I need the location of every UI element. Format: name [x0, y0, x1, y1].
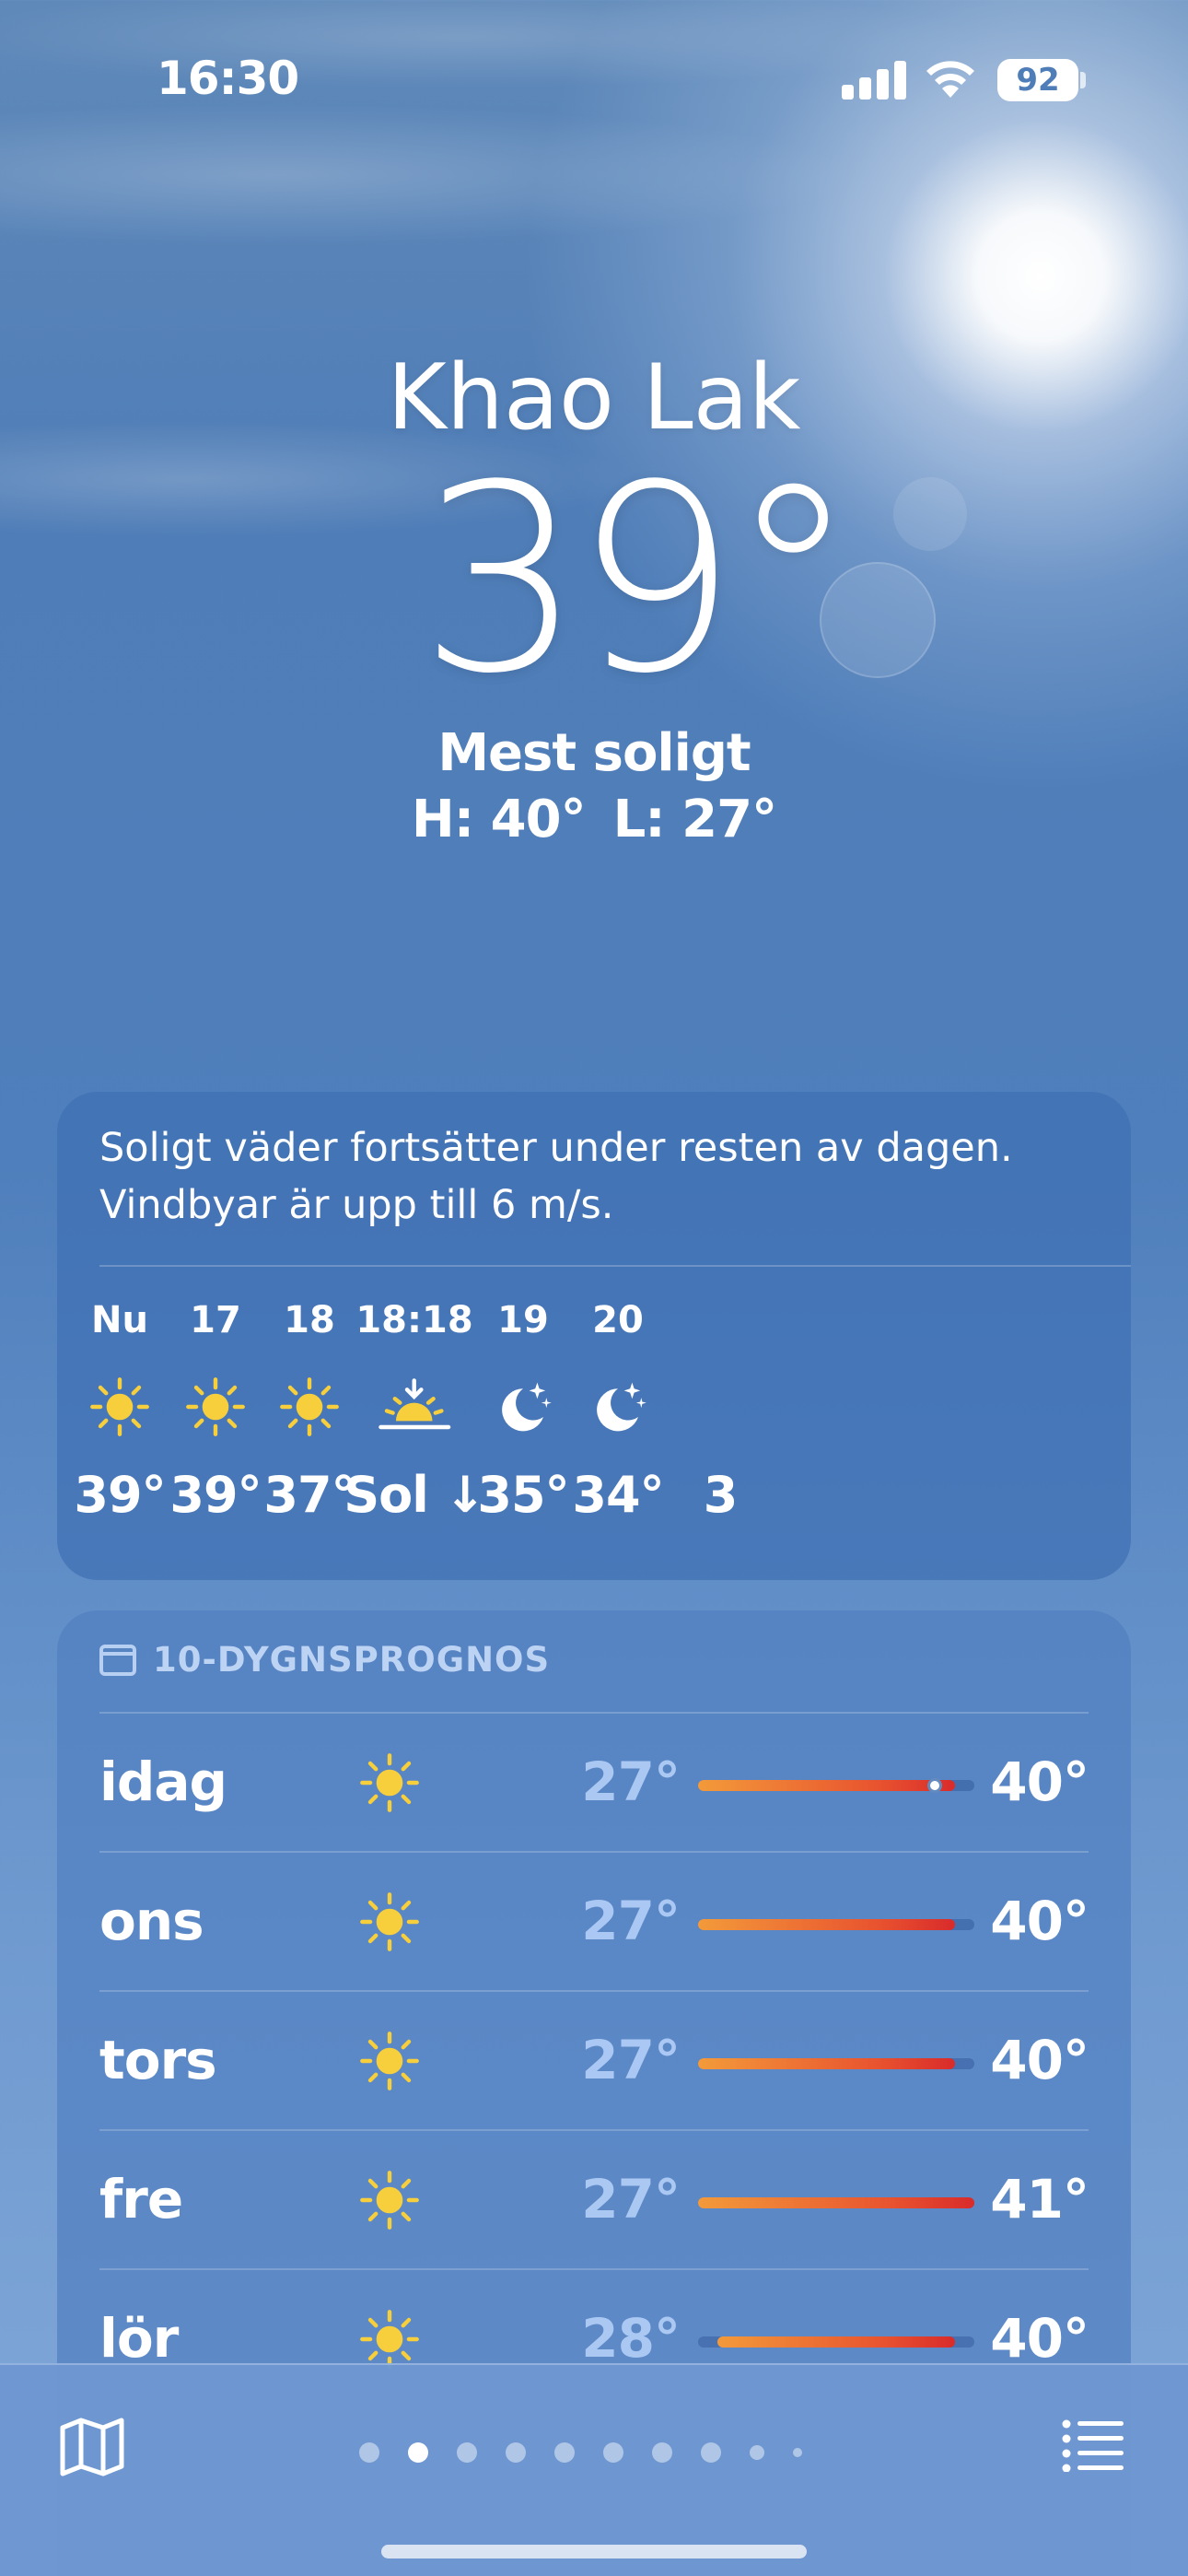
day-label: idag [99, 1751, 227, 1813]
calendar-icon [99, 1644, 136, 1676]
day-label: tors [99, 2029, 217, 2091]
low-temperature: 27° [581, 1890, 681, 1952]
page-dot[interactable] [408, 2442, 428, 2463]
hourly-item: 3 [646, 1293, 794, 1524]
weather-condition: Mest soligt [437, 723, 751, 783]
page-dot[interactable] [652, 2442, 672, 2463]
lens-flare [893, 477, 967, 551]
low-temperature: 27° [581, 2168, 681, 2231]
high-temperature: 41° [990, 2168, 1089, 2231]
high-temperature: H: 40° [411, 790, 587, 849]
temperature-range-bar [698, 2197, 974, 2208]
high-low-temperatures: H: 40° L: 27° [0, 790, 1188, 849]
hour-label [646, 1293, 794, 1348]
low-temperature: L: 27° [612, 790, 778, 849]
map-icon[interactable] [59, 2417, 125, 2477]
sun-icon [359, 2309, 420, 2370]
daily-row[interactable]: idag 27° 40° [99, 1712, 1089, 1850]
temperature-range-bar [698, 2058, 974, 2069]
high-temperature: 40° [990, 1890, 1089, 1952]
sun-icon [359, 1891, 420, 1952]
high-temperature: 40° [990, 2307, 1089, 2370]
daily-row[interactable]: fre 27° 41° [99, 2129, 1089, 2267]
battery-icon: 92 [997, 59, 1086, 101]
daily-title-label: 10-DYGNSPROGNOS [153, 1640, 551, 1680]
home-indicator[interactable] [381, 2545, 807, 2558]
temperature-range-fill [698, 2197, 974, 2208]
hour-value: 3 [703, 1466, 739, 1524]
temperature-range-fill [717, 2336, 955, 2348]
battery-level: 92 [997, 59, 1078, 101]
cellular-signal-icon [842, 59, 906, 100]
day-label: ons [99, 1890, 204, 1952]
high-temperature: 40° [990, 1751, 1089, 1813]
temperature-range-fill [698, 2058, 955, 2069]
page-dot[interactable] [359, 2442, 379, 2463]
page-dot[interactable] [750, 2445, 764, 2460]
page-dot[interactable] [554, 2442, 575, 2463]
current-temperature: 39° [419, 430, 857, 731]
status-time: 16:30 [157, 52, 299, 105]
page-dot[interactable] [457, 2442, 477, 2463]
sun-icon [359, 2170, 420, 2231]
page-dot[interactable] [701, 2442, 721, 2463]
hourly-forecast-card[interactable]: Soligt väder fortsätter under resten av … [57, 1092, 1131, 1580]
forecast-summary: Soligt väder fortsätter under resten av … [99, 1125, 1013, 1228]
day-label: fre [99, 2168, 183, 2231]
wifi-icon [924, 57, 977, 100]
temperature-range-bar [698, 1778, 974, 1793]
high-temperature: 40° [990, 2029, 1089, 2091]
day-label: lör [99, 2307, 179, 2370]
sun-icon [359, 1752, 420, 1813]
page-dot[interactable] [603, 2442, 623, 2463]
temperature-range-fill [698, 1780, 955, 1791]
empty-icon [646, 1361, 794, 1453]
temperature-range-bar [698, 1919, 974, 1930]
low-temperature: 27° [581, 1751, 681, 1813]
temperature-range-fill [698, 1919, 955, 1930]
low-temperature: 28° [581, 2307, 681, 2370]
bottom-toolbar [0, 2363, 1188, 2576]
daily-forecast-title: 10-DYGNSPROGNOS [99, 1640, 550, 1680]
list-icon[interactable] [1061, 2417, 1125, 2472]
sun-icon [359, 2031, 420, 2091]
page-dot[interactable] [506, 2442, 526, 2463]
divider [99, 1265, 1131, 1267]
daily-row[interactable]: ons 27° 40° [99, 1851, 1089, 1989]
page-indicator[interactable] [359, 2439, 831, 2466]
temperature-range-bar [698, 2336, 974, 2348]
page-dot[interactable] [793, 2448, 802, 2457]
low-temperature: 27° [581, 2029, 681, 2091]
daily-row[interactable]: tors 27° 40° [99, 1990, 1089, 2128]
